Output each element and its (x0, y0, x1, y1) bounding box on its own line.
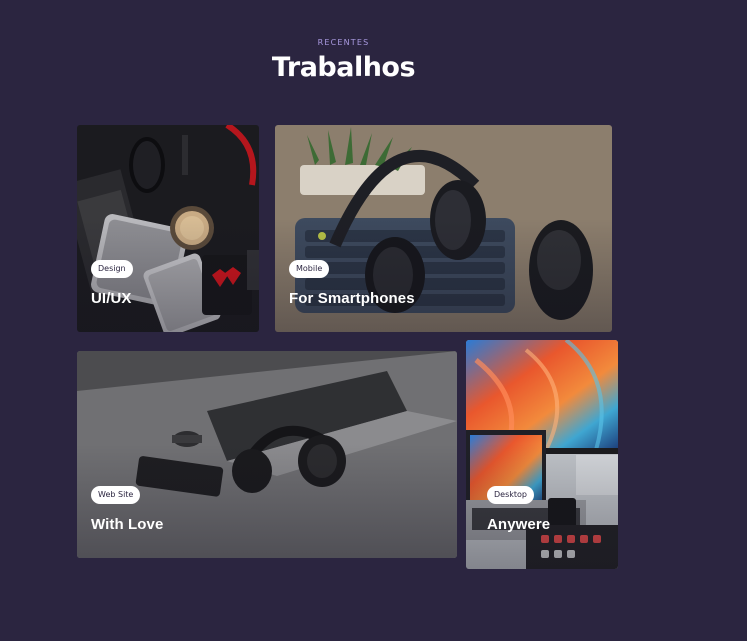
card-title: With Love (91, 516, 164, 533)
category-tag: Mobile (289, 260, 330, 278)
work-card-website[interactable]: Web Site With Love (77, 351, 457, 558)
works-section: RECENTES Trabalhos Design UI/UX Mobile F… (0, 0, 747, 641)
section-title: Trabalhos (271, 52, 416, 83)
category-tag: Design (91, 260, 133, 278)
category-tag: Web Site (91, 486, 141, 504)
card-title: UI/UX (91, 290, 132, 307)
category-tag: Desktop (487, 486, 534, 504)
card-title: Anywere (487, 516, 551, 533)
image-overlay (466, 340, 618, 569)
card-title: For Smartphones (289, 290, 415, 307)
work-card-design[interactable]: Design UI/UX (77, 125, 259, 332)
work-card-desktop[interactable]: Desktop Anywere (466, 340, 618, 569)
section-eyebrow: RECENTES (317, 38, 370, 47)
work-card-mobile[interactable]: Mobile For Smartphones (275, 125, 612, 332)
